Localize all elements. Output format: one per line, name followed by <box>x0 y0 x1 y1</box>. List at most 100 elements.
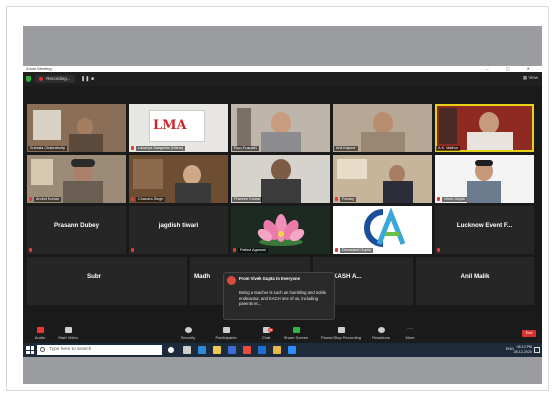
participant-tile[interactable]: Lucknow Event F... <box>435 206 534 254</box>
stop-recording-icon[interactable]: ■ <box>91 76 94 82</box>
lma-logo: LMA <box>153 118 187 133</box>
participant-name-display: Lucknow Event F... <box>456 222 513 229</box>
windows-start-icon[interactable] <box>26 346 34 354</box>
muted-mic-icon <box>335 248 338 252</box>
taskbar-clock[interactable]: 06:13 PM 28-12-2020 <box>514 345 532 355</box>
ca-logo <box>364 208 405 247</box>
muted-mic-icon <box>437 197 440 201</box>
participant-tile[interactable]: Chandra Singh <box>129 155 228 203</box>
participant-name: A.K. Mathur <box>436 146 461 151</box>
participant-name: Devanand Gupta <box>340 248 373 253</box>
participant-tile[interactable]: Pallavi Agarwal <box>231 206 330 254</box>
zoom-screenshot: Zoom Meeting – ▢ ✕ Recording... ❚❚ ■ ▦ V… <box>23 66 542 357</box>
window-title: Zoom Meeting <box>26 66 52 71</box>
chat-label: Chat <box>261 335 271 340</box>
participant-name: Anil Kapoor <box>334 146 358 151</box>
participant-tile[interactable]: Subr <box>27 257 187 305</box>
participant-tile[interactable]: Anil Malik <box>416 257 534 305</box>
participant-tile[interactable]: Arvind Kumar <box>27 155 126 203</box>
muted-mic-icon <box>131 146 134 150</box>
share-screen-button[interactable]: Share Screen <box>281 327 311 340</box>
pause-stop-recording-button[interactable]: Pause/Stop Recording <box>319 327 363 340</box>
zoom-app-icon[interactable] <box>288 346 296 354</box>
muted-mic-icon <box>29 248 32 252</box>
participant-name: Subrata Chakraborty <box>28 146 68 151</box>
mail-icon[interactable] <box>258 346 266 354</box>
cortana-icon[interactable] <box>168 347 174 353</box>
participant-tile[interactable]: Anil Kapoor <box>333 104 432 152</box>
search-icon <box>40 347 45 352</box>
microphone-icon <box>36 327 44 333</box>
chat-notification-popup[interactable]: From Vivek Gupta to Everyone Being a tea… <box>223 272 335 320</box>
chat-sender: From Vivek Gupta to Everyone <box>239 276 300 281</box>
shield-icon <box>184 327 192 333</box>
share-screen-icon <box>292 327 300 333</box>
chat-button[interactable]: 99 Chat <box>251 327 281 340</box>
participant-name: Pallavi Agarwal <box>238 248 268 253</box>
recording-dot-icon <box>39 76 43 81</box>
edge-icon[interactable] <box>198 346 206 354</box>
participant-name: Pankaj <box>340 197 356 202</box>
more-label: More <box>405 335 415 340</box>
participant-name: Chandra Singh <box>136 197 166 202</box>
participant-tile[interactable]: Devanand Gupta <box>333 206 432 254</box>
notifications-icon[interactable] <box>534 347 540 353</box>
chrome-icon[interactable] <box>243 346 251 354</box>
recording-indicator: Recording... <box>35 75 75 83</box>
start-video-label: Start Video <box>58 335 78 340</box>
recording-label: Pause/Stop Recording <box>320 335 362 340</box>
windows-taskbar: Type here to search ENG 06:13 PM 28-12-2… <box>23 343 542 357</box>
recording-label: Recording... <box>46 76 71 81</box>
muted-mic-icon <box>131 197 134 201</box>
participant-name-display: Anil Malik <box>460 273 490 280</box>
participants-button[interactable]: Participants <box>211 327 241 340</box>
participant-tile[interactable]: Pankaj <box>333 155 432 203</box>
meeting-top-bar: Recording... ❚❚ ■ ▦ View <box>23 72 542 86</box>
participant-name-display: Subr <box>87 273 102 280</box>
smiley-icon <box>377 327 385 333</box>
more-button[interactable]: ··· More <box>395 326 425 340</box>
audio-label: Audio <box>34 335 46 340</box>
task-view-icon[interactable] <box>183 346 191 354</box>
end-meeting-button[interactable]: End <box>522 330 536 337</box>
participant-tile[interactable]: LMA Lavanya Sangeeta (Nisha) <box>129 104 228 152</box>
muted-mic-icon <box>233 248 236 252</box>
participant-name: Ravi Prakash <box>232 146 259 151</box>
bottom-gray-band <box>23 357 542 384</box>
chat-message: Being a teacher is such an humbling and … <box>239 290 327 306</box>
meeting-toolbar: Audio Start Video Security Participants … <box>23 325 542 343</box>
taskbar-search-box[interactable]: Type here to search <box>37 345 162 355</box>
participants-label: Participants <box>215 335 237 340</box>
pause-recording-icon[interactable]: ❚❚ <box>81 76 89 82</box>
record-icon <box>337 327 345 333</box>
audio-button[interactable]: Audio <box>25 327 55 340</box>
participant-tile[interactable]: jagdish tiwari <box>129 206 228 254</box>
file-explorer-icon[interactable] <box>213 346 221 354</box>
muted-mic-icon <box>437 248 440 252</box>
top-gray-band <box>23 26 542 66</box>
participant-name: Vivek Gupta <box>442 197 467 202</box>
start-video-button[interactable]: Start Video <box>53 327 83 340</box>
participant-name: Arvind Kumar <box>34 197 62 202</box>
sender-avatar <box>227 276 236 285</box>
security-button[interactable]: Security <box>173 327 203 340</box>
share-screen-label: Share Screen <box>283 335 309 340</box>
participant-tile[interactable]: Vivek Gupta <box>435 155 534 203</box>
encryption-shield-icon[interactable] <box>26 76 31 82</box>
participants-icon <box>222 327 230 333</box>
view-button[interactable]: ▦ View <box>523 75 538 81</box>
participant-tile[interactable]: Prasann Dubey <box>27 206 126 254</box>
store-icon[interactable] <box>228 346 236 354</box>
active-speaker-tile[interactable]: A.K. Mathur <box>435 104 534 152</box>
taskbar-search-placeholder: Type here to search <box>49 347 92 352</box>
reactions-button[interactable]: Reactions <box>366 327 396 340</box>
participant-tile[interactable]: Ravi Prakash <box>231 104 330 152</box>
participant-name: Lavanya Sangeeta (Nisha) <box>136 146 185 151</box>
folder-icon[interactable] <box>273 346 281 354</box>
video-camera-icon <box>64 327 72 333</box>
muted-mic-icon <box>335 197 338 201</box>
lotus-image <box>257 214 305 246</box>
participant-tile[interactable]: Praveen Kumar <box>231 155 330 203</box>
muted-mic-icon <box>29 197 32 201</box>
participant-tile[interactable]: Subrata Chakraborty <box>27 104 126 152</box>
